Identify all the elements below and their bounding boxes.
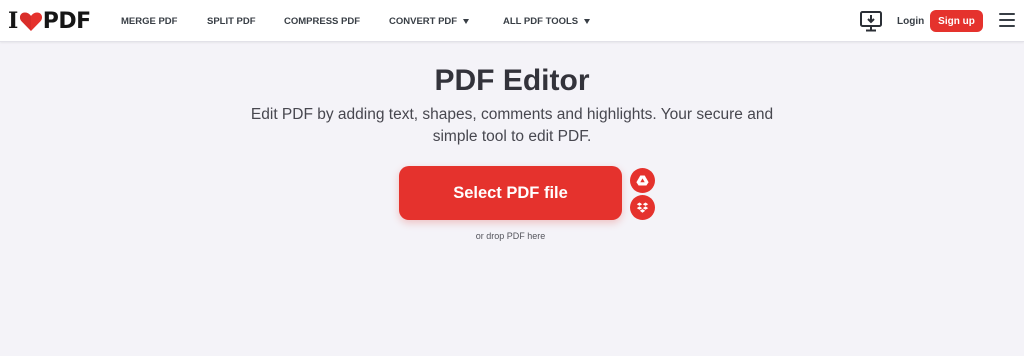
ilovepdf-logo[interactable]: I PDF xyxy=(8,8,91,34)
page-title: PDF Editor xyxy=(434,64,590,97)
drop-pdf-hint: or drop PDF here xyxy=(475,231,546,241)
nav-split-pdf-label: SPLIT PDF xyxy=(207,16,256,27)
nav-merge-pdf-label: MERGE PDF xyxy=(121,16,178,27)
logo-letter-i: I xyxy=(8,8,18,34)
nav-compress-pdf-label: COMPRESS PDF xyxy=(284,16,361,27)
dropbox-button[interactable] xyxy=(630,195,655,220)
top-navbar: I PDF MERGE PDF SPLIT PDF COMPRESS PDF C… xyxy=(0,0,1024,42)
logo-text-pdf: PDF xyxy=(42,8,91,34)
heart-icon xyxy=(19,12,42,31)
desktop-app-download-button[interactable] xyxy=(859,10,883,32)
signup-button[interactable]: Sign up xyxy=(930,10,983,32)
caret-down-icon xyxy=(463,19,470,24)
nav-convert-pdf-label: CONVERT PDF xyxy=(389,16,458,27)
nav-all-pdf-tools-label: ALL PDF TOOLS xyxy=(503,16,579,27)
dropbox-icon xyxy=(636,202,649,213)
nav-split-pdf[interactable]: SPLIT PDF xyxy=(207,16,256,27)
desktop-download-icon xyxy=(860,11,882,32)
google-drive-button[interactable] xyxy=(630,168,655,193)
google-drive-icon xyxy=(636,175,649,186)
nav-merge-pdf[interactable]: MERGE PDF xyxy=(121,16,177,27)
page-subtitle: Edit PDF by adding text, shapes, comment… xyxy=(250,106,774,145)
nav-convert-pdf[interactable]: CONVERT PDF xyxy=(389,16,470,27)
nav-compress-pdf[interactable]: COMPRESS PDF xyxy=(284,16,360,27)
hamburger-menu-icon[interactable] xyxy=(999,13,1016,27)
select-pdf-file-button[interactable]: Select PDF file xyxy=(399,166,622,220)
caret-down-icon xyxy=(584,19,591,24)
nav-all-pdf-tools[interactable]: ALL PDF TOOLS xyxy=(503,16,591,27)
login-link[interactable]: Login xyxy=(897,16,924,27)
